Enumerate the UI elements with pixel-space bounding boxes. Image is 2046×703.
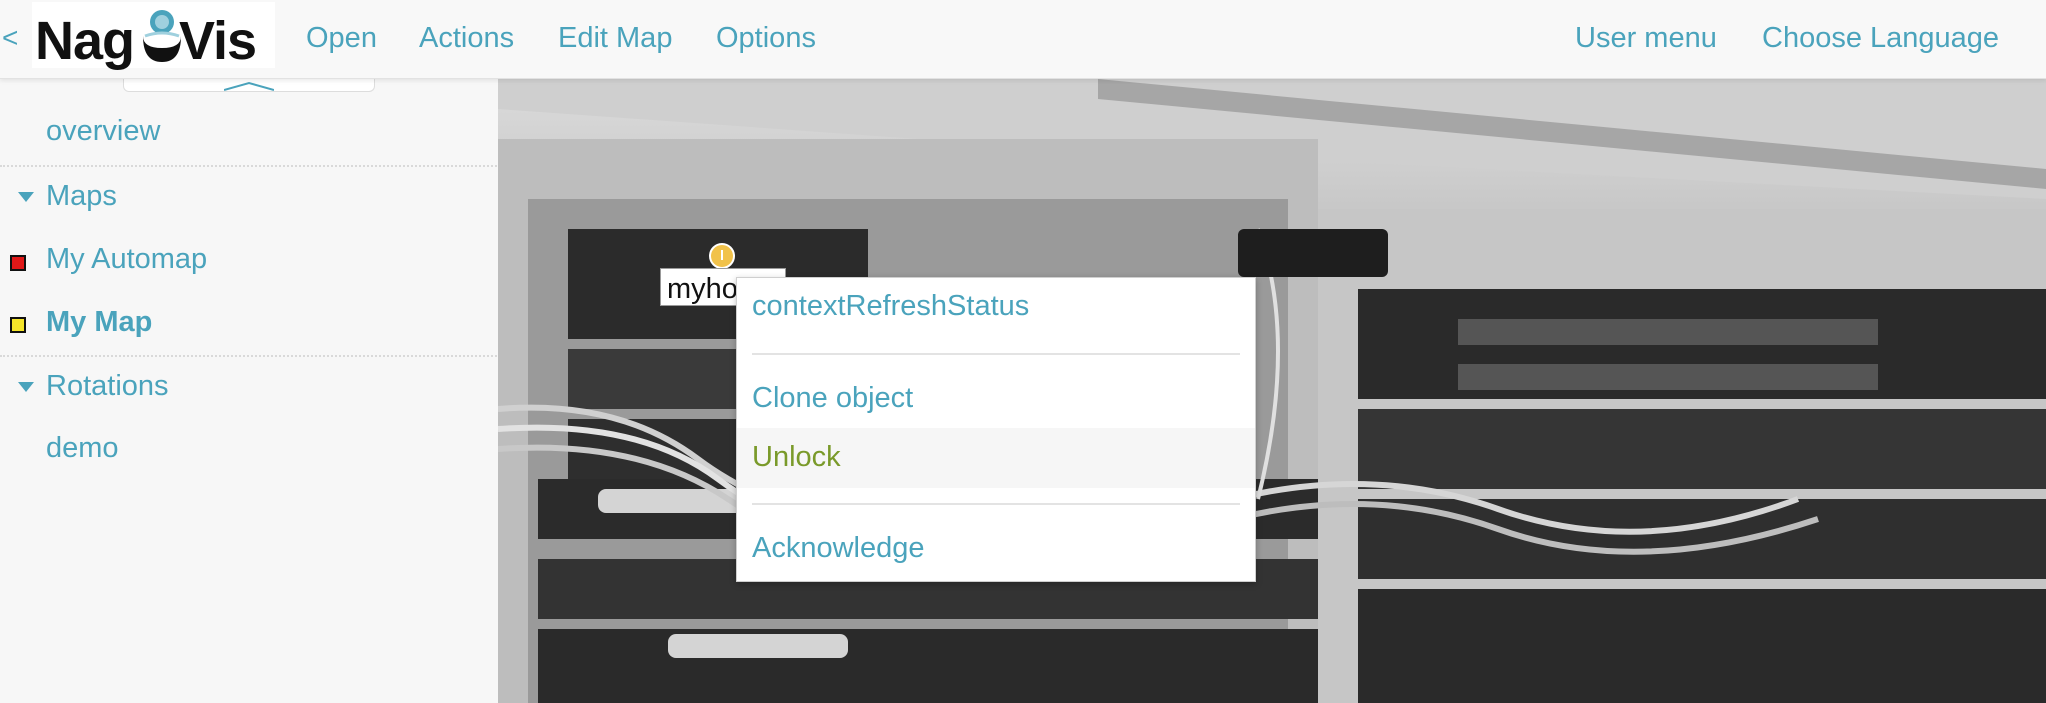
sidebar-section-rotations[interactable]: Rotations — [46, 370, 169, 403]
context-separator — [752, 503, 1240, 505]
sidebar-item-demo[interactable]: demo — [46, 432, 119, 465]
sidebar-divider — [0, 355, 497, 357]
nav-actions[interactable]: Actions — [419, 22, 514, 55]
status-square-icon — [10, 255, 26, 271]
context-separator — [752, 353, 1240, 355]
nav-open[interactable]: Open — [306, 22, 377, 55]
expand-triangle-icon[interactable] — [18, 192, 34, 202]
sidebar-section-maps[interactable]: Maps — [46, 180, 117, 213]
context-item-unlock[interactable]: Unlock — [752, 441, 841, 474]
logo-eye-icon — [143, 10, 181, 62]
chevron-up-icon — [224, 81, 274, 91]
nagvis-logo[interactable]: Nag Vis — [32, 2, 275, 71]
sidebar-item-overview[interactable]: overview — [46, 115, 160, 148]
expand-triangle-icon[interactable] — [18, 382, 34, 392]
sidebar-collapse-tab[interactable] — [123, 79, 375, 92]
collapse-sidebar-button[interactable]: < — [2, 22, 18, 54]
nav-user-menu[interactable]: User menu — [1575, 22, 1717, 55]
logo-text-right: Vis — [179, 11, 257, 71]
nav-edit-map[interactable]: Edit Map — [558, 22, 672, 55]
nav-options[interactable]: Options — [716, 22, 816, 55]
context-item-refresh-status[interactable]: contextRefreshStatus — [752, 290, 1029, 323]
map-background-image — [498, 79, 2046, 703]
status-square-icon — [10, 317, 26, 333]
context-item-clone-object[interactable]: Clone object — [752, 382, 913, 415]
context-item-acknowledge[interactable]: Acknowledge — [752, 532, 925, 565]
logo-text-left: Nag — [35, 11, 135, 71]
context-menu: contextRefreshStatus Clone object Unlock… — [736, 277, 1256, 582]
sidebar-item-my-automap[interactable]: My Automap — [46, 243, 207, 276]
host-status-icon[interactable] — [709, 243, 735, 269]
map-canvas[interactable]: myho — [498, 79, 2046, 703]
sidebar-item-my-map[interactable]: My Map — [46, 306, 152, 339]
top-header: < Nag Vis Open Actions Edit Map Options … — [0, 0, 2046, 79]
sidebar: overview Maps My Automap My Map Rotation… — [0, 79, 497, 703]
sidebar-divider — [0, 165, 497, 167]
nav-choose-language[interactable]: Choose Language — [1762, 22, 1999, 55]
